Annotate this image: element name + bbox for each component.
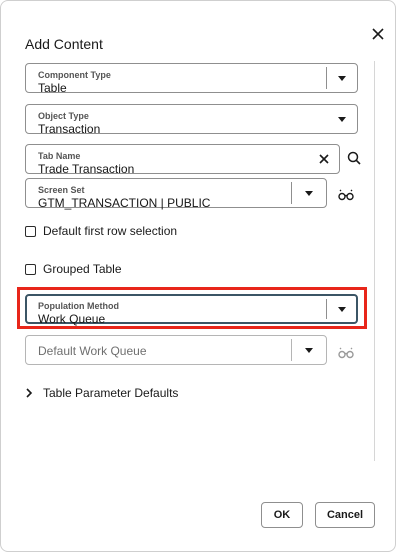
clear-icon [319,154,329,164]
checkbox[interactable] [25,263,36,275]
object-type-value: Transaction [38,122,101,136]
cancel-button[interactable]: Cancel [315,502,375,528]
add-content-dialog: Add Content Component Type Table Object … [0,0,396,552]
object-type-select[interactable]: Object Type Transaction [25,104,358,136]
component-type-label: Component Type [38,70,111,80]
chevron-down-icon[interactable] [327,64,357,92]
table-parameter-defaults-toggle[interactable]: Table Parameter Defaults [25,386,178,400]
component-type-select[interactable]: Component Type Table [25,63,358,95]
default-work-queue-select[interactable]: Default Work Queue [25,335,327,365]
tab-name-field[interactable]: Tab Name Trade Transaction [25,144,340,176]
screen-set-label: Screen Set [38,185,85,195]
population-method-value: Work Queue [38,312,106,326]
search-button[interactable] [345,149,363,167]
close-button[interactable] [367,23,389,45]
grouped-table-checkbox[interactable]: Grouped Table [25,262,122,276]
chevron-down-icon[interactable] [327,105,357,133]
view-screen-set-button[interactable] [337,186,355,204]
divider [291,182,292,204]
chevron-right-icon [25,387,33,399]
dialog-title: Add Content [25,36,103,52]
default-work-queue-placeholder: Default Work Queue [38,344,147,358]
glasses-icon [338,347,354,359]
default-first-row-checkbox[interactable]: Default first row selection [25,224,177,238]
checkbox[interactable] [25,225,36,237]
scrollbar[interactable] [374,61,375,461]
glasses-icon [338,189,354,201]
population-method-select[interactable]: Population Method Work Queue [25,294,358,326]
chevron-down-icon[interactable] [294,179,324,207]
screen-set-value: GTM_TRANSACTION | PUBLIC [38,196,211,210]
screen-set-select[interactable]: Screen Set GTM_TRANSACTION | PUBLIC [25,178,327,210]
divider [291,339,292,361]
object-type-label: Object Type [38,111,89,121]
grouped-table-label: Grouped Table [43,262,122,276]
chevron-down-icon[interactable] [327,296,357,322]
component-type-value: Table [38,81,67,95]
table-parameter-defaults-label: Table Parameter Defaults [43,386,179,400]
default-first-row-label: Default first row selection [43,224,178,238]
view-work-queue-button[interactable] [337,344,355,362]
tab-name-label: Tab Name [38,151,81,161]
chevron-down-icon[interactable] [294,336,324,364]
search-icon [347,151,361,165]
close-icon [372,28,384,40]
clear-button[interactable] [315,150,333,168]
ok-button[interactable]: OK [261,502,303,528]
tab-name-value: Trade Transaction [38,162,135,176]
population-method-label: Population Method [38,301,119,311]
